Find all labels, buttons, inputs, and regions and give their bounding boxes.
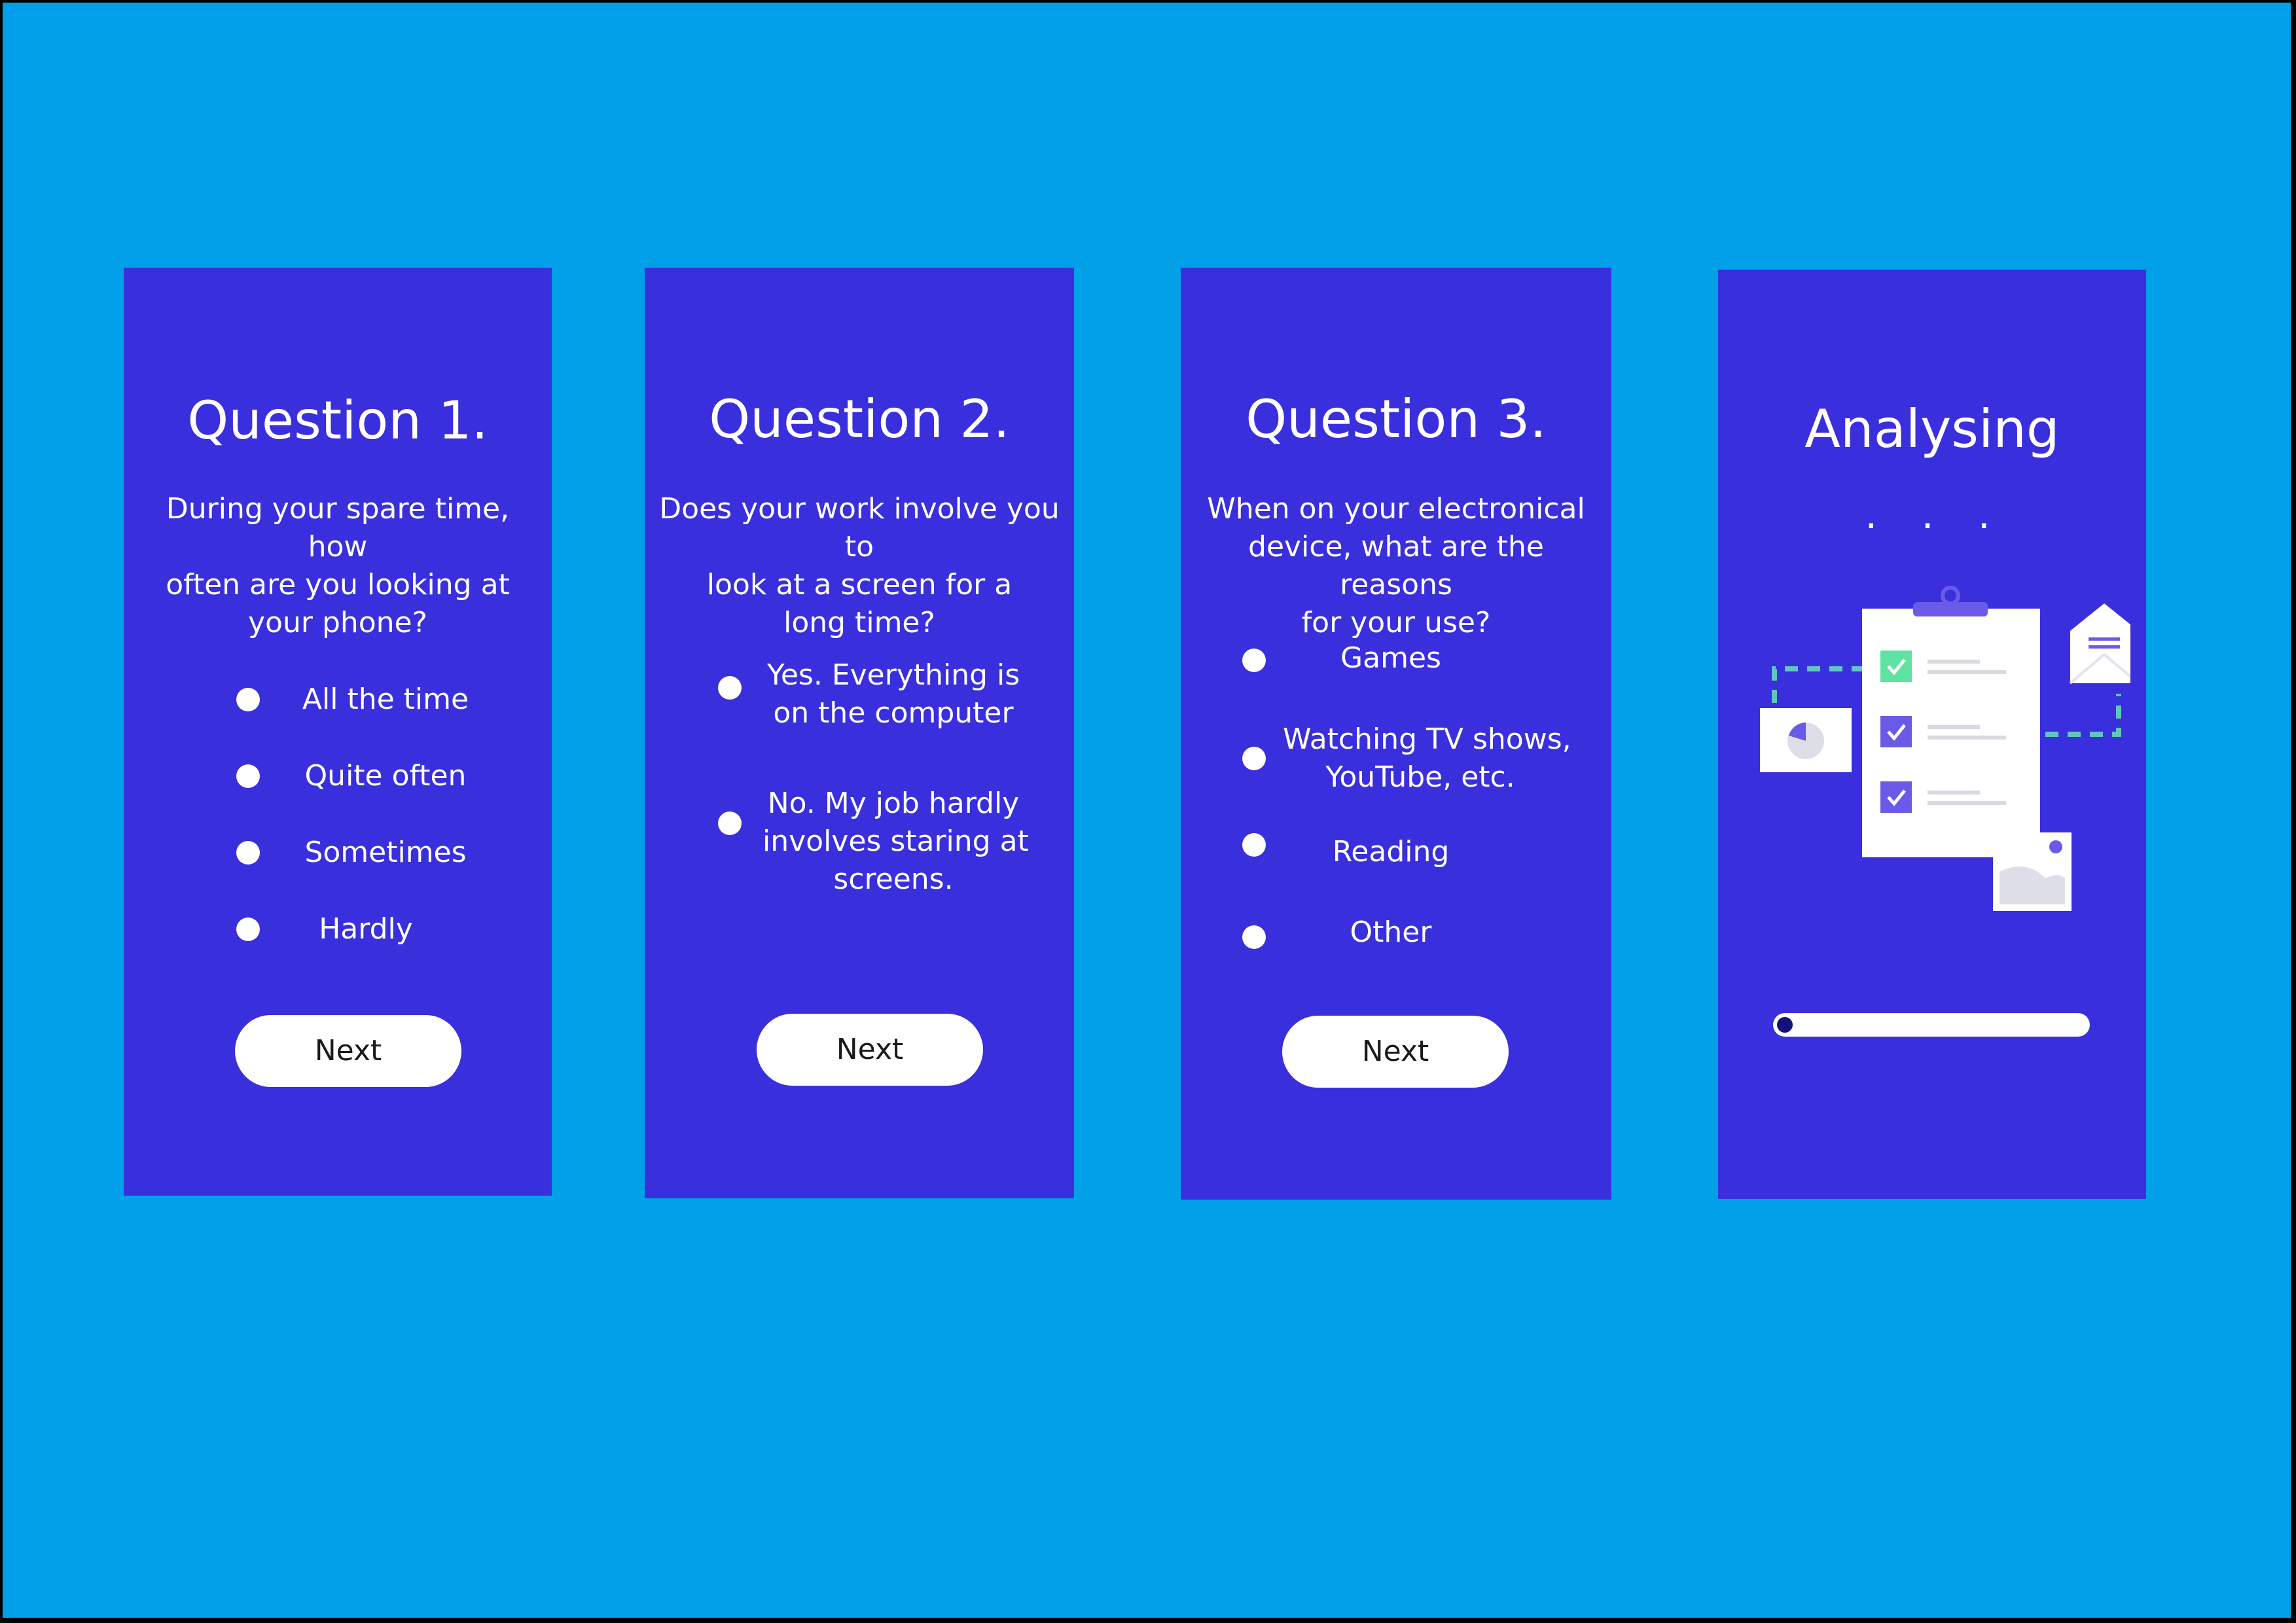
prompt-line: long time? [783, 606, 935, 639]
option-label: Quite often [304, 759, 467, 793]
question-title: Question 1. [187, 390, 488, 451]
option-label: Watching TV shows, YouTube, etc. [1283, 721, 1571, 796]
radio-button[interactable] [1242, 925, 1266, 949]
radio-button[interactable] [718, 812, 742, 835]
radio-button[interactable] [1242, 649, 1266, 672]
question-prompt: Does your work involve you to look at a … [658, 490, 1061, 642]
prompt-line: device, what are the reasons [1248, 530, 1544, 601]
option-label: Yes. Everything is on the computer [762, 656, 1024, 732]
option-label: No. My job hardly involves staring at sc… [762, 785, 1029, 899]
answer-option-all-the-time[interactable]: All the time [124, 673, 552, 726]
radio-button[interactable] [236, 688, 260, 711]
radio-button[interactable] [1242, 833, 1266, 857]
next-button[interactable]: Next [235, 1015, 461, 1087]
question-card-2: Question 2. Does your work involve you t… [645, 268, 1074, 1198]
answer-option-yes[interactable]: Yes. Everything is on the computer [645, 654, 1074, 739]
option-label-line: Yes. Everything is [766, 658, 1020, 692]
option-label-line: involves staring at [762, 825, 1029, 858]
canvas: Question 1. During your spare time, how … [3, 3, 2291, 1618]
question-card-1: Question 1. During your spare time, how … [124, 268, 552, 1196]
envelope-icon [2069, 603, 2130, 685]
progress-indicator [1777, 1017, 1793, 1033]
option-label: Sometimes [304, 836, 467, 869]
option-label-line: No. My job hardly [767, 787, 1020, 820]
answer-option-sometimes[interactable]: Sometimes [124, 827, 552, 879]
radio-button[interactable] [236, 841, 260, 865]
option-label: Hardly [319, 912, 413, 946]
question-prompt: When on your electronical device, what a… [1194, 490, 1598, 642]
prompt-line: During your spare time, how [166, 492, 510, 563]
loading-dots: . . . [1865, 492, 2006, 538]
prompt-line: look at a screen for a [706, 568, 1013, 601]
option-label-line: screens. [833, 863, 954, 896]
clipboard-icon [1862, 586, 2040, 857]
radio-button[interactable] [718, 676, 742, 700]
radio-button[interactable] [1242, 747, 1266, 770]
answer-option-quite-often[interactable]: Quite often [124, 750, 552, 802]
question-title: Question 3. [1246, 389, 1547, 450]
prompt-line: Does your work involve you to [659, 492, 1060, 563]
option-label: Other [1350, 916, 1432, 949]
question-prompt: During your spare time, how often are yo… [150, 490, 526, 642]
analysing-title: Analysing [1804, 399, 2060, 459]
next-button[interactable]: Next [1282, 1016, 1509, 1088]
option-label: Games [1340, 641, 1441, 675]
option-label-line: YouTube, etc. [1325, 760, 1515, 794]
question-card-3: Question 3. When on your electronical de… [1181, 268, 1611, 1200]
answer-option-watching-tv[interactable]: Watching TV shows, YouTube, etc. [1181, 715, 1611, 800]
option-label-line: on the computer [773, 696, 1014, 730]
answer-option-games[interactable]: Games [1181, 634, 1611, 687]
prompt-line: often are you looking at [166, 568, 510, 601]
radio-button[interactable] [236, 764, 260, 788]
prompt-line: When on your electronical [1207, 492, 1585, 526]
question-title: Question 2. [709, 389, 1010, 450]
option-label-line: Watching TV shows, [1283, 722, 1571, 756]
option-label: All the time [302, 683, 469, 716]
survey-clipboard-illustration [1760, 586, 2130, 911]
answer-option-hardly[interactable]: Hardly [124, 903, 552, 955]
prompt-line: your phone? [248, 606, 427, 639]
pie-chart-card [1760, 708, 1852, 772]
radio-button[interactable] [236, 918, 260, 941]
answer-option-other[interactable]: Other [1181, 906, 1611, 958]
progress-bar [1773, 1013, 2090, 1037]
next-button[interactable]: Next [757, 1014, 983, 1086]
option-label: Reading [1332, 835, 1450, 868]
answer-option-no[interactable]: No. My job hardly involves staring at sc… [645, 782, 1074, 900]
image-card-icon [1993, 832, 2072, 911]
answer-option-reading[interactable]: Reading [1181, 823, 1611, 875]
analysing-card: Analysing . . . [1718, 270, 2146, 1199]
